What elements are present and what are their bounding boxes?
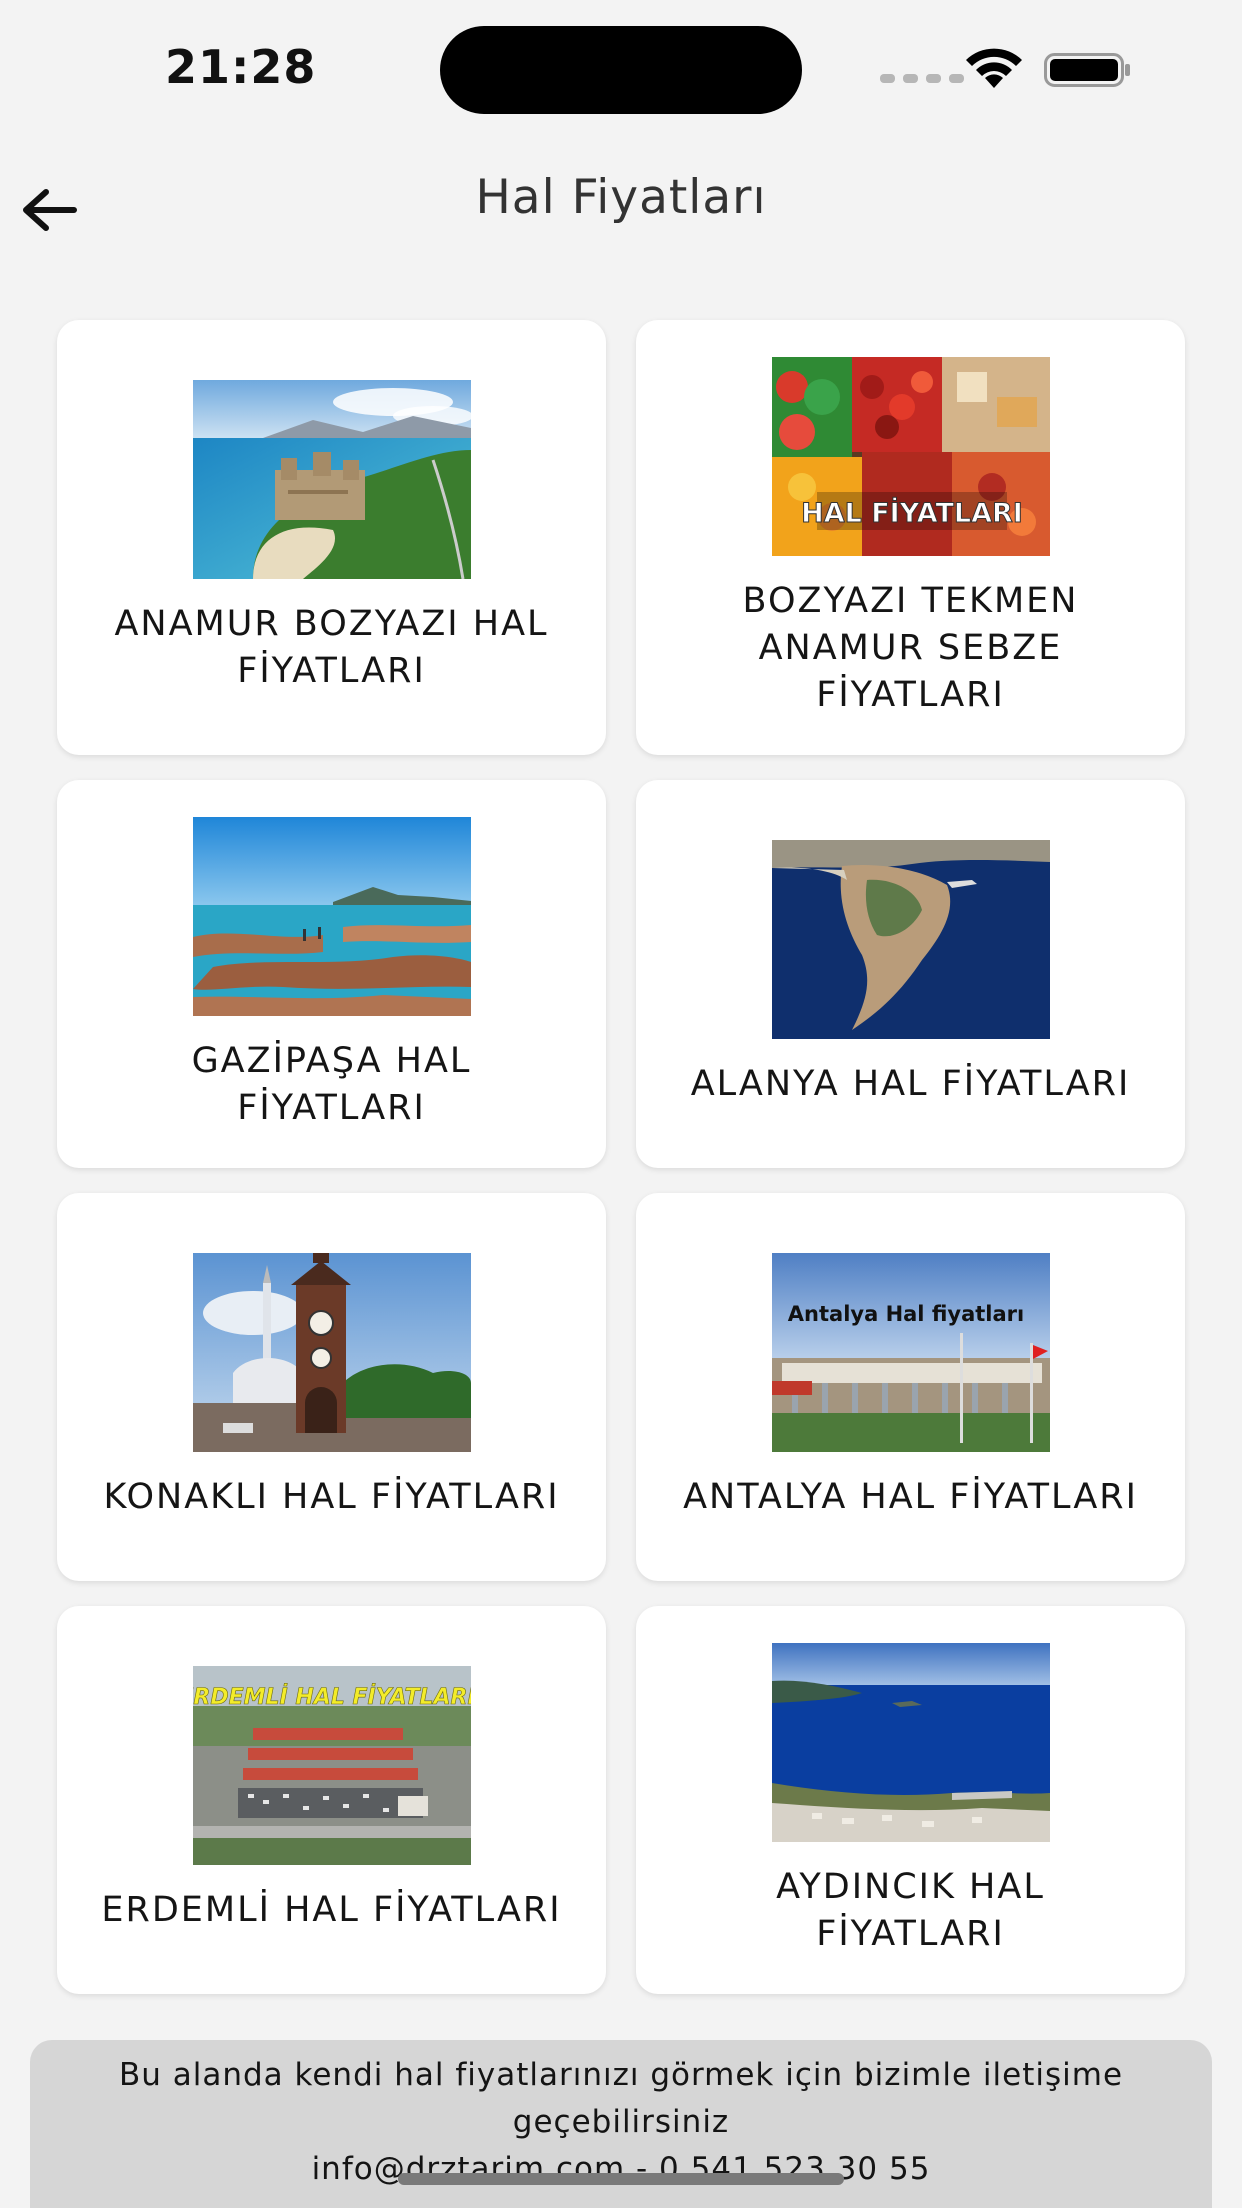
notice-line: geçebilirsiniz [512,2104,730,2140]
card-label: ANTALYA HAL FİYATLARI [683,1477,1138,1517]
card-anamur-bozyazi[interactable]: ANAMUR BOZYAZI HAL FİYATLARI [57,320,606,755]
bay-coast-image [771,1642,1050,1842]
card-antalya[interactable]: Antalya Hal fiyatları ANTALYA HAL FİYATL… [636,1193,1185,1581]
card-label: ANAMUR BOZYAZI HAL FİYATLARI [114,604,549,691]
screen: 21:28 Hal Fiyatları ANAMUR BOZYAZI HAL F… [0,0,1242,2208]
card-label: ERDEMLİ HAL FİYATLARI [101,1890,562,1930]
contact-info[interactable]: info@drztarim.com - 0 541 523 30 55 [30,2146,1212,2193]
peninsula-aerial-image [771,840,1050,1039]
dynamic-island [440,26,802,114]
card-erdemli[interactable]: ERDEMLİ HAL FİYATLARI ERDEMLİ HAL FİYATL… [57,1606,606,1994]
image-caption: HAL FİYATLARI [801,497,1023,529]
market-hall-image: Antalya Hal fiyatları [771,1253,1050,1452]
home-indicator[interactable] [398,2173,844,2185]
card-label: GAZİPAŞA HAL FİYATLARI [191,1040,472,1128]
card-gazipasa[interactable]: GAZİPAŞA HAL FİYATLARI [57,780,606,1168]
card-label: KONAKLI HAL FİYATLARI [103,1477,560,1517]
status-bar: 21:28 [0,0,1242,130]
market-aerial-image: ERDEMLİ HAL FİYATLARI [192,1666,471,1865]
card-aydincik[interactable]: AYDINCIK HAL FİYATLARI [636,1606,1185,1994]
card-label: ALANYA HAL FİYATLARI [690,1064,1131,1104]
card-bozyazi-tekmen[interactable]: HAL FİYATLARI BOZYAZI TEKMEN ANAMUR SEBZ… [636,320,1185,755]
status-time: 21:28 [165,40,317,94]
image-caption: Antalya Hal fiyatları [787,1302,1023,1326]
cellular-signal-icon [880,74,964,83]
card-alanya[interactable]: ALANYA HAL FİYATLARI [636,780,1185,1168]
navigation-bar: Hal Fiyatları [0,150,1242,260]
battery-icon [1044,53,1130,87]
page-title: Hal Fiyatları [475,170,767,225]
wifi-icon [966,48,1022,88]
coastal-castle-image [192,380,471,579]
notice-line: Bu alanda kendi hal fiyatlarınızı görmek… [118,2057,1124,2093]
clock-tower-image [192,1253,471,1452]
card-label: BOZYAZI TEKMEN ANAMUR SEBZE FİYATLARI [742,580,1079,715]
region-card-grid: ANAMUR BOZYAZI HAL FİYATLARI HAL FİYATLA… [57,320,1185,1994]
market-produce-image: HAL FİYATLARI [771,356,1050,556]
rocky-shore-image [192,816,471,1016]
card-label: AYDINCIK HAL FİYATLARI [776,1866,1045,1954]
card-konakli[interactable]: KONAKLI HAL FİYATLARI [57,1193,606,1581]
